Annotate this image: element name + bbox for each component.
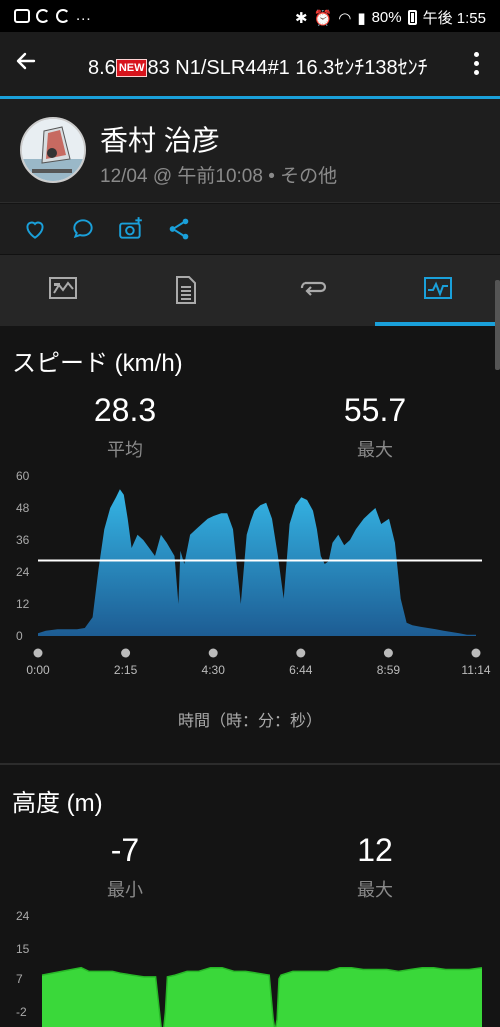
image-notification-icon: [14, 8, 30, 23]
tab-details[interactable]: [125, 255, 250, 327]
x-tick-label: 6:44: [289, 663, 313, 677]
add-photo-button[interactable]: [118, 216, 144, 242]
x-tick-dot: [296, 648, 306, 658]
y-tick-label: 0: [16, 629, 23, 643]
tab-laps[interactable]: [250, 255, 375, 327]
status-bar: ... ✱ ⏰ ◠ ▮ 80% 午後 1:55: [0, 0, 500, 32]
sync-icon: [36, 8, 50, 23]
x-tick-label: 0:00: [26, 663, 50, 677]
speed-avg-label: 平均: [107, 440, 143, 460]
arrow-left-icon: [16, 52, 36, 70]
y-tick-label: 48: [16, 501, 30, 515]
speed-x-axis-title: 時間（時：分：秒）: [177, 713, 322, 730]
signal-icon: ▮: [357, 9, 366, 27]
speed-max-value: 55.7: [343, 392, 407, 428]
y-tick-label: 24: [16, 565, 30, 579]
y-tick-label: 15: [16, 942, 30, 956]
x-tick-dot: [383, 648, 393, 658]
more-notifications: ...: [76, 7, 92, 24]
back-button[interactable]: [14, 48, 54, 80]
comment-icon: [73, 219, 93, 239]
scrollbar[interactable]: [495, 280, 500, 370]
y-tick-label: 36: [16, 533, 30, 547]
avatar[interactable]: [20, 117, 86, 183]
altitude-chart: 24 15 7 -2: [16, 909, 483, 1027]
speed-max-label: 最大: [357, 440, 393, 460]
speed-area-series: [38, 489, 476, 636]
altitude-max-label: 最大: [357, 880, 393, 900]
altitude-min-value: -7: [110, 832, 140, 868]
x-tick-dot: [33, 648, 43, 658]
altitude-max-value: 12: [357, 832, 393, 868]
x-tick-dot: [471, 648, 481, 658]
battery-icon: [407, 10, 417, 25]
speed-chart: 60 48 36 24 12 0 0:00 2:15 4:30 6:44 8:59 11:14: [16, 469, 491, 677]
heart-icon: [26, 221, 44, 239]
x-tick-label: 11:14: [461, 663, 490, 677]
wifi-icon: ◠: [338, 9, 352, 27]
like-button[interactable]: [22, 216, 48, 242]
title-rest: 83 N1/SLR44#1 16.3ｾﾝﾁ138ｾﾝﾁ: [147, 57, 428, 79]
clock: 午後 1:55: [422, 10, 486, 27]
panel-divider: [0, 763, 500, 765]
x-tick-dot: [208, 648, 218, 658]
altitude-area-series: [42, 967, 482, 1027]
chart-icon: [424, 277, 452, 299]
comment-button[interactable]: [70, 216, 96, 242]
share-button[interactable]: [166, 216, 192, 242]
activity-tabs: [0, 254, 500, 326]
app-bar: 8.6 NEW 83 N1/SLR44#1 16.3ｾﾝﾁ138ｾﾝﾁ: [0, 32, 500, 96]
y-tick-label: 24: [16, 909, 30, 923]
active-tab-indicator: [375, 322, 500, 326]
bluetooth-icon: ✱: [294, 9, 308, 27]
camera-add-icon: [119, 217, 142, 239]
y-tick-label: 12: [16, 597, 30, 611]
x-tick-label: 8:59: [377, 663, 401, 677]
title-prefix: 8.6: [88, 57, 116, 79]
activity-title: 8.6 NEW 83 N1/SLR44#1 16.3ｾﾝﾁ138ｾﾝﾁ: [88, 51, 428, 80]
share-icon: [169, 218, 189, 240]
y-tick-label: -2: [16, 1005, 27, 1019]
user-name[interactable]: 香村 治彦: [100, 119, 220, 159]
y-tick-label: 7: [16, 972, 23, 986]
x-tick-label: 2:15: [114, 663, 138, 677]
y-tick-label: 60: [16, 469, 30, 483]
tab-charts[interactable]: [375, 255, 500, 327]
altitude-title: 高度 (m): [12, 790, 103, 817]
speed-title: スピード (km/h): [12, 350, 183, 377]
sync-icon-2: [56, 8, 70, 23]
document-icon: [176, 276, 196, 304]
tab-map[interactable]: [0, 255, 125, 327]
alarm-icon: ⏰: [313, 9, 333, 27]
laps-icon: [300, 281, 327, 296]
overflow-menu-button[interactable]: [466, 52, 486, 76]
activity-header: 香村 治彦 12/04 @ 午前10:08 • その他: [0, 99, 500, 203]
x-tick-label: 4:30: [202, 663, 226, 677]
new-badge: NEW: [115, 59, 148, 77]
x-tick-dot: [121, 648, 131, 658]
altitude-min-label: 最小: [107, 880, 143, 900]
map-icon: [49, 277, 77, 299]
battery-percent: 80%: [371, 9, 402, 26]
speed-avg-value: 28.3: [93, 392, 157, 428]
activity-meta: 12/04 @ 午前10:08 • その他: [100, 166, 338, 187]
action-bar: [0, 204, 500, 254]
